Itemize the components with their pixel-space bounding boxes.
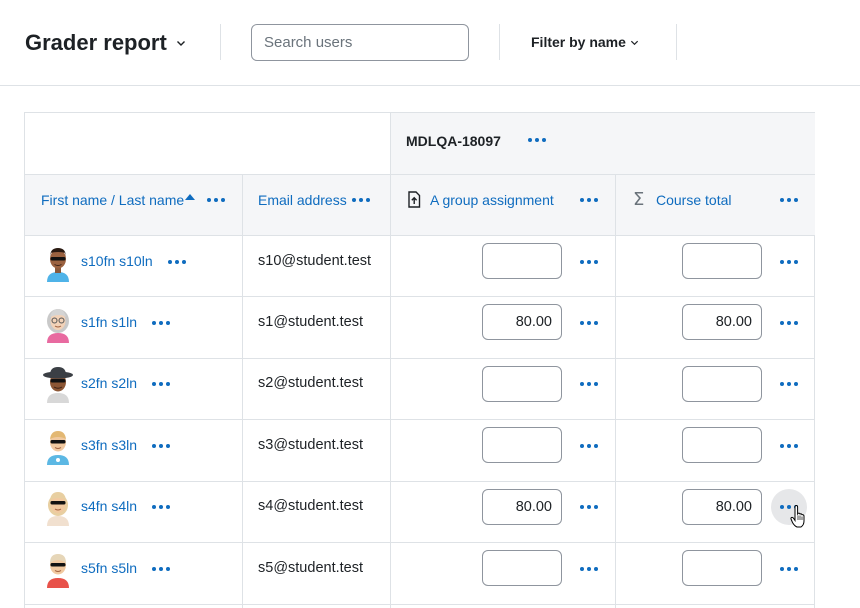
total-column-actions-button[interactable] — [780, 197, 798, 203]
assignment-grade-input[interactable] — [482, 489, 562, 525]
row-divider — [25, 296, 815, 297]
assignment-column-link[interactable]: A group assignment — [430, 192, 554, 208]
user-email: s10@student.test — [258, 253, 372, 269]
column-divider — [390, 113, 391, 608]
row-divider — [25, 542, 815, 543]
assignment-grade-input[interactable] — [482, 550, 562, 586]
row-divider — [25, 419, 815, 420]
user-email: s5@student.test — [258, 560, 363, 576]
grade-actions-button[interactable] — [580, 504, 598, 510]
grade-actions-button[interactable] — [580, 566, 598, 572]
course-total-input[interactable] — [682, 243, 762, 279]
total-actions-button[interactable] — [780, 566, 798, 572]
grade-actions-button[interactable] — [580, 443, 598, 449]
grade-actions-button[interactable] — [580, 320, 598, 326]
total-actions-button[interactable] — [780, 259, 798, 265]
row-divider — [25, 481, 815, 482]
category-name: MDLQA-18097 — [406, 133, 501, 149]
header-divider — [676, 24, 677, 60]
user-actions-button[interactable] — [152, 320, 170, 326]
column-divider — [242, 174, 243, 608]
column-divider — [615, 174, 616, 608]
user-avatar — [47, 492, 69, 526]
header-divider — [499, 24, 500, 60]
page-title: Grader report — [25, 30, 167, 55]
user-name-link[interactable]: s3fn s3ln — [81, 437, 137, 453]
user-actions-button[interactable] — [152, 443, 170, 449]
course-total-input[interactable] — [682, 550, 762, 586]
user-actions-button[interactable] — [152, 566, 170, 572]
row-divider — [25, 604, 815, 605]
name-column-actions-button[interactable] — [207, 197, 225, 203]
assignment-grade-input[interactable] — [482, 427, 562, 463]
hand-cursor-icon — [790, 505, 805, 528]
user-avatar — [47, 431, 69, 465]
assignment-upload-icon — [408, 191, 421, 208]
course-total-column-link[interactable]: Course total — [656, 192, 731, 208]
header-divider — [220, 24, 221, 60]
course-total-input[interactable] — [682, 489, 762, 525]
course-total-input[interactable] — [682, 304, 762, 340]
category-actions-button[interactable] — [528, 137, 546, 143]
chevron-down-icon — [176, 41, 185, 46]
grader-table: MDLQA-18097 First name / Last name Email… — [24, 112, 815, 608]
total-actions-button[interactable] — [780, 381, 798, 387]
row-divider — [25, 235, 815, 236]
user-email: s2@student.test — [258, 375, 363, 391]
user-actions-button[interactable] — [152, 504, 170, 510]
grade-actions-button[interactable] — [580, 381, 598, 387]
user-name-link[interactable]: s2fn s2ln — [81, 375, 137, 391]
user-avatar — [43, 367, 73, 403]
grade-actions-button[interactable] — [580, 259, 598, 265]
assignment-grade-input[interactable] — [482, 304, 562, 340]
user-email: s1@student.test — [258, 314, 363, 330]
filter-label: Filter by name — [531, 34, 626, 50]
course-total-input[interactable] — [682, 366, 762, 402]
row-divider — [25, 358, 815, 359]
user-actions-button[interactable] — [152, 381, 170, 387]
search-users-input[interactable] — [251, 24, 469, 61]
user-avatar — [47, 554, 69, 588]
sort-by-name-link[interactable]: First name / Last name — [41, 192, 184, 208]
user-email: s3@student.test — [258, 437, 363, 453]
row-divider — [25, 174, 815, 175]
sigma-icon: Σ — [633, 189, 645, 210]
email-column-actions-button[interactable] — [352, 197, 370, 203]
user-email: s4@student.test — [258, 498, 363, 514]
chevron-down-icon — [630, 40, 638, 45]
user-avatar — [47, 309, 69, 343]
user-avatar — [47, 248, 69, 282]
user-name-link[interactable]: s4fn s4ln — [81, 498, 137, 514]
assignment-grade-input[interactable] — [482, 366, 562, 402]
report-selector[interactable]: Grader report — [25, 30, 186, 56]
course-total-input[interactable] — [682, 427, 762, 463]
user-name-link[interactable]: s5fn s5ln — [81, 560, 137, 576]
assignment-column-actions-button[interactable] — [580, 197, 598, 203]
sort-by-email-link[interactable]: Email address — [258, 192, 347, 208]
page-header: Grader report Filter by name — [0, 0, 860, 86]
total-actions-button[interactable] — [780, 320, 798, 326]
sort-ascending-icon — [185, 194, 195, 200]
user-name-link[interactable]: s10fn s10ln — [81, 253, 153, 269]
user-actions-button[interactable] — [168, 259, 186, 265]
total-actions-button[interactable] — [780, 443, 798, 449]
filter-by-name-dropdown[interactable]: Filter by name — [531, 34, 639, 50]
user-name-link[interactable]: s1fn s1ln — [81, 314, 137, 330]
assignment-grade-input[interactable] — [482, 243, 562, 279]
